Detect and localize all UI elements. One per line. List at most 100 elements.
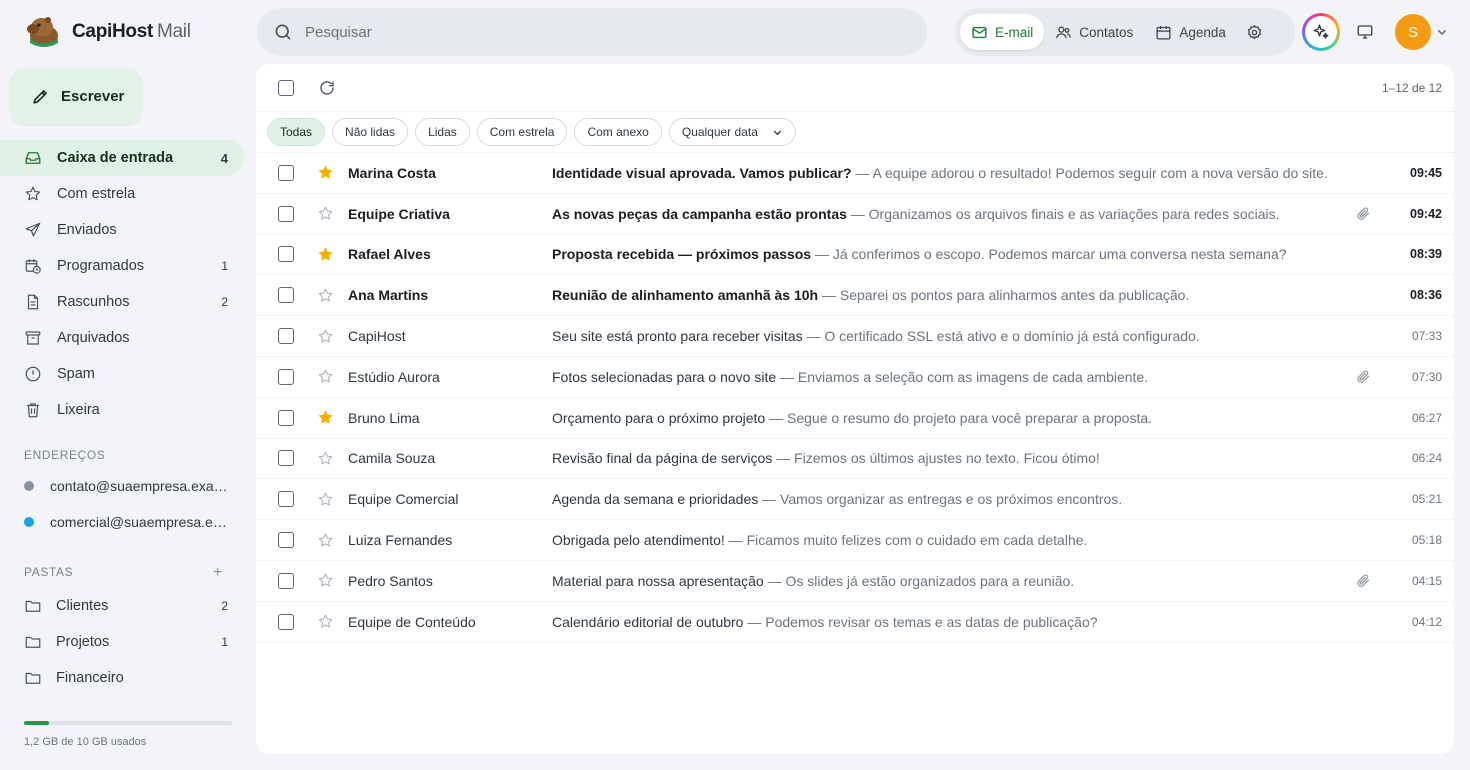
user-avatar[interactable]: S xyxy=(1395,14,1431,50)
filter-starred[interactable]: Com estrela xyxy=(476,118,568,146)
address-item[interactable]: contato@suaempresa.exa… xyxy=(24,474,234,498)
star-outline-icon[interactable] xyxy=(317,491,334,508)
folder-item-projetos[interactable]: Projetos 1 xyxy=(0,624,244,660)
paperclip-icon xyxy=(1357,207,1370,221)
star-outline-icon[interactable] xyxy=(317,532,334,549)
row-checkbox[interactable] xyxy=(278,532,294,549)
email-subject: Identidade visual aprovada. Vamos public… xyxy=(552,164,852,181)
row-checkbox[interactable] xyxy=(278,287,294,304)
row-checkbox[interactable] xyxy=(278,572,294,589)
email-preview: Calendário editorial de outubro — Podemo… xyxy=(552,614,1352,630)
brand-sub: Mail xyxy=(157,21,191,42)
row-checkbox[interactable] xyxy=(278,491,294,508)
email-preview: Revisão final da página de serviços — Fi… xyxy=(552,450,1352,466)
email-row[interactable]: Equipe Comercial Agenda da semana e prior… xyxy=(256,479,1454,521)
email-time: 09:42 xyxy=(1410,206,1442,221)
pagination-text: 1–12 de 12 xyxy=(1381,81,1442,95)
address-item[interactable]: comercial@suaempresa.e… xyxy=(24,510,234,534)
calendar-icon xyxy=(1156,25,1171,40)
email-time: 06:24 xyxy=(1411,451,1442,466)
star-filled-icon[interactable] xyxy=(317,246,334,263)
brand-logo[interactable]: CapiHost Mail xyxy=(24,12,191,52)
ai-assistant-button[interactable] xyxy=(1302,13,1340,51)
email-row[interactable]: Pedro Santos Material para nossa apresent… xyxy=(256,561,1454,602)
nav-item-trash[interactable]: Lixeira xyxy=(0,392,244,428)
nav-label: Com estrela xyxy=(57,186,136,202)
star-outline-icon[interactable] xyxy=(317,572,334,589)
email-row[interactable]: Camila Souza Revisão final da página de s… xyxy=(256,439,1454,480)
email-preview: Seu site está pronto para receber visita… xyxy=(552,328,1352,344)
filter-attachment[interactable]: Com anexo xyxy=(574,118,662,146)
nav-item-sent[interactable]: Enviados xyxy=(0,212,244,248)
display-mode-button[interactable] xyxy=(1352,20,1378,44)
row-checkbox[interactable] xyxy=(278,368,294,385)
date-filter-dropdown[interactable]: Qualquer data xyxy=(668,118,796,146)
row-checkbox[interactable] xyxy=(278,205,294,222)
row-checkbox[interactable] xyxy=(278,246,294,263)
nav-item-scheduled[interactable]: Programados 1 xyxy=(0,248,244,284)
addresses-heading: ENDEREÇOS xyxy=(24,448,106,462)
email-snippet: — Enviamos a seleção com as imagens de c… xyxy=(776,368,1149,385)
row-checkbox[interactable] xyxy=(278,613,294,630)
star-filled-icon[interactable] xyxy=(317,164,334,181)
add-folder-button[interactable]: + xyxy=(213,564,222,582)
email-row[interactable]: Equipe Criativa As novas peças da campanh… xyxy=(256,194,1454,235)
nav-item-drafts[interactable]: Rascunhos 2 xyxy=(0,284,244,320)
star-outline-icon[interactable] xyxy=(317,450,334,467)
app-tab-contacts-label: Contatos xyxy=(1079,24,1134,40)
row-checkbox[interactable] xyxy=(278,164,294,181)
email-preview: Reunião de alinhamento amanhã às 10h — S… xyxy=(552,287,1352,303)
email-sender: Equipe Comercial xyxy=(348,491,459,508)
app-tab-email[interactable]: E-mail xyxy=(960,14,1045,50)
email-time: 08:36 xyxy=(1410,288,1442,303)
select-all-checkbox[interactable] xyxy=(278,80,294,96)
email-row[interactable]: Estúdio Aurora Fotos selecionadas para o … xyxy=(256,357,1454,398)
star-outline-icon[interactable] xyxy=(317,368,334,385)
row-checkbox[interactable] xyxy=(278,328,294,345)
email-subject: Reunião de alinhamento amanhã às 10h xyxy=(552,287,819,304)
search-input[interactable] xyxy=(305,23,865,41)
filter-read[interactable]: Lidas xyxy=(415,118,470,146)
app-tab-contacts[interactable]: Contatos xyxy=(1044,14,1144,50)
search-bar[interactable] xyxy=(257,8,927,56)
row-checkbox[interactable] xyxy=(278,409,294,426)
nav-item-archived[interactable]: Arquivados xyxy=(0,320,244,356)
email-row[interactable]: Ana Martins Reunião de alinhamento amanhã… xyxy=(256,275,1454,317)
folder-list: Clientes 2 Projetos 1 Financeiro xyxy=(0,588,244,696)
compose-button[interactable]: Escrever xyxy=(11,68,141,124)
nav-item-starred[interactable]: Com estrela xyxy=(0,176,244,212)
email-row[interactable]: Marina Costa Identidade visual aprovada. … xyxy=(256,153,1454,194)
nav-item-spam[interactable]: Spam xyxy=(0,356,244,392)
folder-icon xyxy=(25,636,41,648)
email-list: Marina Costa Identidade visual aprovada. … xyxy=(256,153,1454,643)
row-checkbox[interactable] xyxy=(278,450,294,467)
email-sender: Marina Costa xyxy=(348,164,436,181)
nav-item-inbox[interactable]: Caixa de entrada 4 xyxy=(0,140,244,176)
email-row[interactable]: Equipe de Conteúdo Calendário editorial d… xyxy=(256,602,1454,643)
nav-label: Caixa de entrada xyxy=(57,150,174,166)
star-outline-icon[interactable] xyxy=(317,287,334,304)
folder-label: Projetos xyxy=(56,634,110,650)
star-outline-icon[interactable] xyxy=(317,613,334,630)
email-snippet: — O certificado SSL está ativo e o domín… xyxy=(802,328,1200,345)
app-tab-calendar-label: Agenda xyxy=(1179,24,1226,40)
chevron-down-icon[interactable] xyxy=(1436,26,1448,38)
star-outline-icon[interactable] xyxy=(317,328,334,345)
app-tab-email-label: E-mail xyxy=(995,24,1034,40)
email-row[interactable]: Luiza Fernandes Obrigada pelo atendimento… xyxy=(256,520,1454,561)
refresh-icon[interactable] xyxy=(318,79,336,97)
filter-unread[interactable]: Não lidas xyxy=(332,118,409,146)
folder-icon xyxy=(25,600,41,612)
email-row[interactable]: Bruno Lima Orçamento para o próximo proje… xyxy=(256,398,1454,439)
email-row[interactable]: Rafael Alves Proposta recebida — próximos… xyxy=(256,235,1454,276)
email-snippet: — Os slides já estão organizados para a … xyxy=(763,572,1075,589)
settings-button[interactable] xyxy=(1237,14,1273,50)
folder-item-financeiro[interactable]: Financeiro xyxy=(0,660,244,696)
star-filled-icon[interactable] xyxy=(317,409,334,426)
star-outline-icon[interactable] xyxy=(317,205,334,222)
filter-all[interactable]: Todas xyxy=(267,118,326,146)
app-tab-calendar[interactable]: Agenda xyxy=(1144,14,1237,50)
folder-item-clientes[interactable]: Clientes 2 xyxy=(0,588,244,624)
draft-icon xyxy=(27,294,39,310)
email-row[interactable]: CapiHost Seu site está pronto para recebe… xyxy=(256,316,1454,357)
